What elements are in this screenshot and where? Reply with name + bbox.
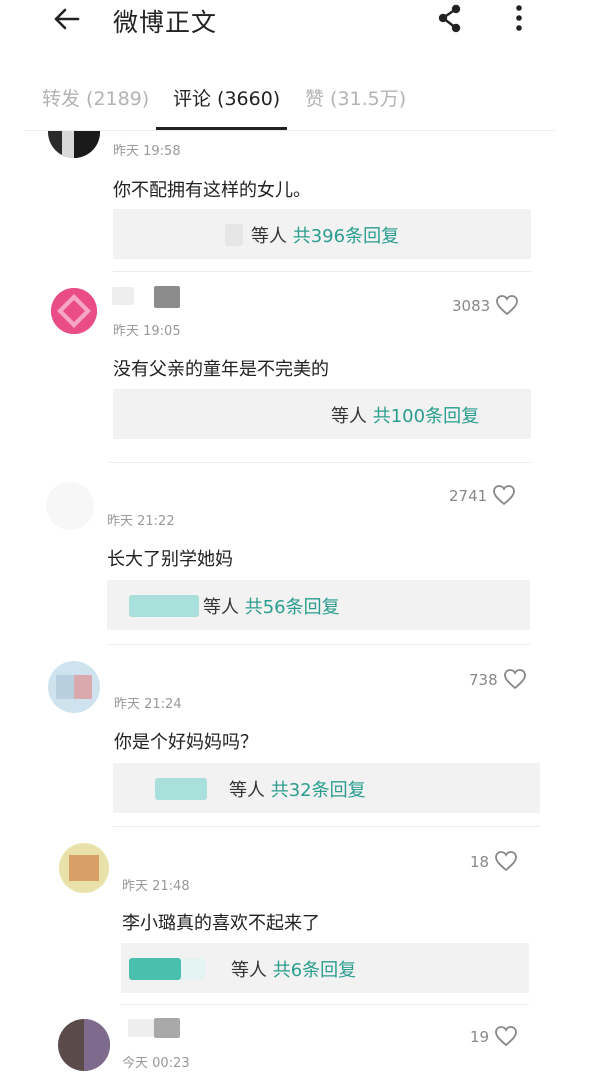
share-button[interactable] xyxy=(434,2,466,34)
blurred-username xyxy=(154,286,180,308)
tab-comments[interactable]: 评论 (3660) xyxy=(173,84,280,111)
heart-icon[interactable] xyxy=(495,294,519,316)
reply-count-link[interactable]: 共6条回复 xyxy=(273,960,356,981)
reply-count-link[interactable]: 共56条回复 xyxy=(245,597,340,618)
top-app-bar: 微博正文 xyxy=(0,0,589,44)
heart-icon[interactable] xyxy=(503,668,527,690)
reply-count-link[interactable]: 共100条回复 xyxy=(373,406,479,427)
comment-text: 没有父亲的童年是不完美的 xyxy=(113,359,329,380)
blurred-username xyxy=(129,958,181,980)
blurred-username xyxy=(128,1019,154,1037)
blurred-username xyxy=(112,287,134,305)
reply-count-link[interactable]: 共32条回复 xyxy=(271,780,366,801)
comment-text: 你是个好妈妈吗？ xyxy=(114,732,258,753)
replies-preview[interactable]: 等人 共396条回复 xyxy=(113,209,531,259)
comment-time: 昨天 19:58 xyxy=(113,144,181,159)
blurred-username xyxy=(154,1018,180,1038)
comment-list[interactable]: 昨天 19:58 你不配拥有这样的女儿。 等人 共396条回复 3083 昨天 … xyxy=(0,131,589,1080)
comment-item: 738 昨天 21:24 你是个好妈妈吗？ 等人 共32条回复 xyxy=(0,645,589,827)
avatar[interactable] xyxy=(48,661,100,713)
avatar[interactable] xyxy=(59,843,109,893)
avatar-pattern-icon xyxy=(51,288,97,334)
heart-icon[interactable] xyxy=(494,1025,518,1047)
comment-time: 昨天 21:48 xyxy=(122,879,190,894)
comment-item: 3083 昨天 19:05 没有父亲的童年是不完美的 等人 共100条回复 xyxy=(0,273,589,463)
comment-text: 你不配拥有这样的女儿。 xyxy=(113,180,311,201)
blurred-username xyxy=(155,778,207,800)
like-count: 738 xyxy=(469,671,498,689)
more-options-button[interactable] xyxy=(508,2,530,34)
tab-bar: 转发 (2189) 评论 (3660) 赞 (31.5万) xyxy=(0,78,589,130)
tab-likes[interactable]: 赞 (31.5万) xyxy=(305,84,406,111)
avatar[interactable] xyxy=(51,288,97,334)
reply-count-link[interactable]: 共396条回复 xyxy=(293,226,399,247)
reply-prefix: 等人 xyxy=(331,406,367,427)
replies-preview[interactable]: 等人 共100条回复 xyxy=(113,389,531,439)
like-count: 18 xyxy=(470,853,490,871)
reply-prefix: 等人 xyxy=(231,960,267,981)
avatar[interactable] xyxy=(58,1019,110,1071)
replies-preview[interactable]: 等人 共6条回复 xyxy=(121,943,529,993)
comment-item: 昨天 19:58 你不配拥有这样的女儿。 等人 共396条回复 xyxy=(0,131,589,273)
reply-prefix: 等人 xyxy=(251,226,287,247)
replies-preview[interactable]: 等人 共32条回复 xyxy=(113,763,540,813)
comment-time: 今天 00:23 xyxy=(122,1056,190,1071)
comment-time: 昨天 19:05 xyxy=(113,324,181,339)
more-vertical-icon xyxy=(516,5,522,31)
arrow-left-icon xyxy=(54,8,80,30)
comment-item: 2741 昨天 21:22 长大了别学她妈 等人 共56条回复 xyxy=(0,463,589,645)
blurred-username xyxy=(225,224,243,246)
avatar[interactable] xyxy=(48,131,100,158)
heart-icon[interactable] xyxy=(494,850,518,872)
page-title: 微博正文 xyxy=(113,8,218,37)
avatar[interactable] xyxy=(46,482,94,530)
like-count: 19 xyxy=(470,1028,490,1046)
like-count: 2741 xyxy=(449,487,488,505)
comment-text: 李小璐真的喜欢不起来了 xyxy=(122,913,320,934)
share-icon xyxy=(438,4,461,33)
divider xyxy=(113,271,531,272)
back-button[interactable] xyxy=(50,4,82,34)
replies-preview[interactable]: 等人 共56条回复 xyxy=(107,580,530,630)
comment-time: 昨天 21:22 xyxy=(107,514,175,529)
like-count: 3083 xyxy=(452,297,491,315)
tab-reposts[interactable]: 转发 (2189) xyxy=(42,84,149,111)
comment-text: 长大了别学她妈 xyxy=(107,549,233,570)
comment-time: 昨天 21:24 xyxy=(114,697,182,712)
reply-prefix: 等人 xyxy=(203,597,239,618)
comment-item: 18 昨天 21:48 李小璐真的喜欢不起来了 等人 共6条回复 xyxy=(0,827,589,1005)
heart-icon[interactable] xyxy=(492,484,516,506)
reply-prefix: 等人 xyxy=(229,780,265,801)
comment-item: 19 今天 00:23 xyxy=(0,1005,589,1080)
blurred-username xyxy=(129,595,199,617)
